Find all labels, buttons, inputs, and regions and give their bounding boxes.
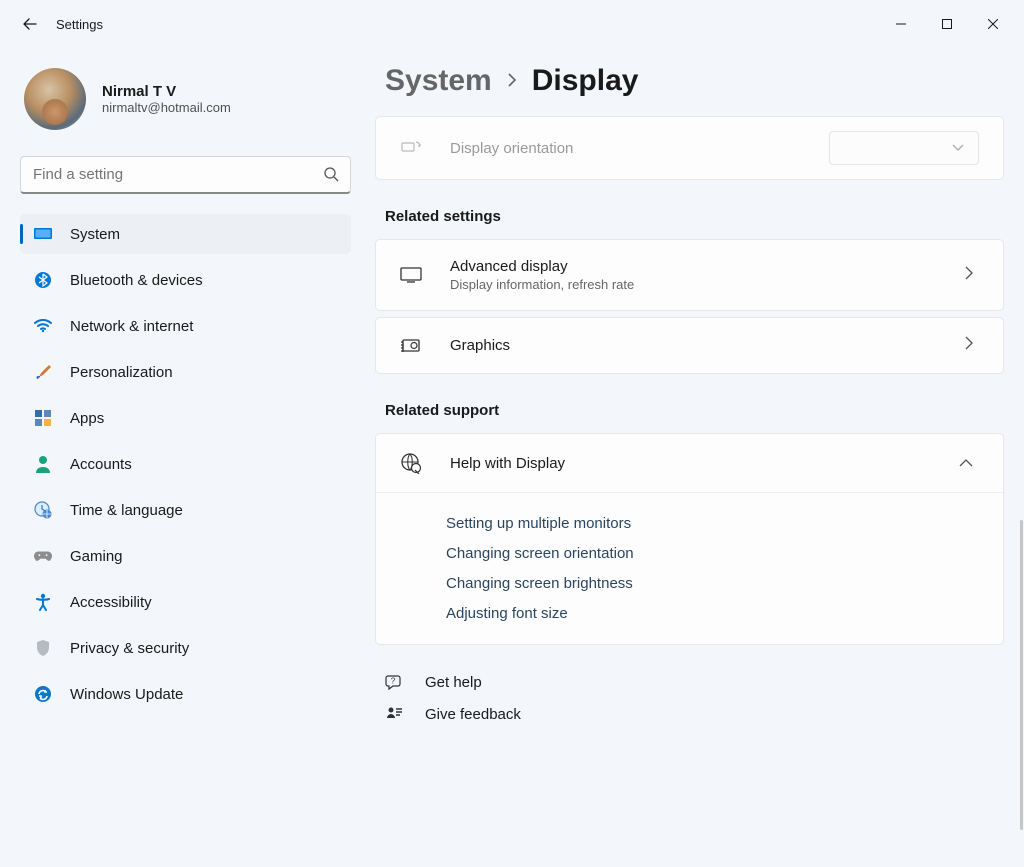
help-card: Help with Display Setting up multiple mo… [375, 433, 1004, 645]
sidebar-item-update[interactable]: Windows Update [20, 674, 351, 714]
search-icon [323, 166, 339, 187]
search-input[interactable] [20, 156, 351, 194]
sidebar-item-label: Personalization [70, 364, 173, 381]
help-globe-icon [400, 452, 422, 474]
sidebar-item-accounts[interactable]: Accounts [20, 444, 351, 484]
clock-globe-icon [34, 501, 52, 519]
apps-icon [34, 409, 52, 427]
row-title: Graphics [450, 337, 965, 354]
help-link-font-size[interactable]: Adjusting font size [446, 605, 979, 622]
footer-links: ? Get help Give feedback [385, 673, 1004, 753]
section-title-related-support: Related support [385, 402, 1004, 419]
sidebar: Nirmal T V nirmaltv@hotmail.com System B… [0, 48, 365, 867]
sidebar-item-privacy[interactable]: Privacy & security [20, 628, 351, 668]
sidebar-item-label: System [70, 226, 120, 243]
graphics-row[interactable]: Graphics [375, 317, 1004, 374]
row-title: Advanced display [450, 258, 965, 275]
gpu-icon [400, 337, 422, 355]
back-button[interactable] [20, 14, 40, 34]
sidebar-item-network[interactable]: Network & internet [20, 306, 351, 346]
breadcrumb: System Display [375, 64, 1004, 98]
help-link-multiple-monitors[interactable]: Setting up multiple monitors [446, 515, 979, 532]
sidebar-item-label: Privacy & security [70, 640, 189, 657]
sidebar-item-bluetooth[interactable]: Bluetooth & devices [20, 260, 351, 300]
sidebar-item-label: Bluetooth & devices [70, 272, 203, 289]
chevron-right-icon [965, 266, 979, 285]
titlebar: Settings [0, 0, 1024, 48]
sidebar-item-label: Time & language [70, 502, 183, 519]
avatar [24, 68, 86, 130]
chevron-up-icon [959, 454, 979, 472]
maximize-icon [942, 19, 952, 29]
help-links: Setting up multiple monitors Changing sc… [376, 492, 1003, 644]
wifi-icon [34, 317, 52, 335]
monitor-icon [400, 267, 422, 283]
sidebar-item-accessibility[interactable]: Accessibility [20, 582, 351, 622]
minimize-button[interactable] [878, 8, 924, 40]
app-title: Settings [56, 17, 103, 32]
minimize-icon [896, 19, 906, 29]
shield-icon [34, 639, 52, 657]
sidebar-item-system[interactable]: System [20, 214, 351, 254]
advanced-display-row[interactable]: Advanced display Display information, re… [375, 239, 1004, 311]
person-icon [34, 455, 52, 473]
brush-icon [34, 363, 52, 381]
orientation-dropdown[interactable] [829, 131, 979, 165]
sidebar-item-gaming[interactable]: Gaming [20, 536, 351, 576]
section-title-related-settings: Related settings [385, 208, 1004, 225]
get-help-label: Get help [425, 674, 482, 691]
accessibility-icon [34, 593, 52, 611]
help-link-screen-brightness[interactable]: Changing screen brightness [446, 575, 979, 592]
sidebar-item-apps[interactable]: Apps [20, 398, 351, 438]
page-title: Display [532, 64, 639, 98]
svg-text:?: ? [391, 677, 396, 686]
user-name-label: Nirmal T V [102, 83, 231, 100]
close-button[interactable] [970, 8, 1016, 40]
orientation-row[interactable]: Display orientation [375, 116, 1004, 180]
feedback-icon [385, 705, 403, 723]
give-feedback-label: Give feedback [425, 706, 521, 723]
maximize-button[interactable] [924, 8, 970, 40]
sidebar-item-personalization[interactable]: Personalization [20, 352, 351, 392]
user-card[interactable]: Nirmal T V nirmaltv@hotmail.com [20, 60, 351, 150]
breadcrumb-parent[interactable]: System [385, 64, 492, 98]
gamepad-icon [34, 547, 52, 565]
content-area: System Display Display orientation Relat… [365, 48, 1024, 867]
chevron-right-icon [506, 70, 518, 93]
give-feedback-link[interactable]: Give feedback [385, 705, 1004, 723]
help-icon: ? [385, 673, 403, 691]
get-help-link[interactable]: ? Get help [385, 673, 1004, 691]
close-icon [988, 19, 998, 29]
chevron-down-icon [952, 144, 964, 152]
sidebar-item-label: Accessibility [70, 594, 152, 611]
system-icon [34, 225, 52, 243]
user-email-label: nirmaltv@hotmail.com [102, 100, 231, 115]
help-header-row[interactable]: Help with Display [376, 434, 1003, 492]
sidebar-item-label: Gaming [70, 548, 123, 565]
scrollbar[interactable] [1020, 520, 1023, 830]
sidebar-item-time-language[interactable]: Time & language [20, 490, 351, 530]
row-title: Display orientation [450, 140, 829, 157]
arrow-left-icon [22, 16, 38, 32]
sidebar-item-label: Accounts [70, 456, 132, 473]
help-header-title: Help with Display [450, 455, 959, 472]
row-subtitle: Display information, refresh rate [450, 277, 965, 292]
help-link-screen-orientation[interactable]: Changing screen orientation [446, 545, 979, 562]
search-container [20, 156, 351, 194]
bluetooth-icon [34, 271, 52, 289]
chevron-right-icon [965, 336, 979, 355]
sidebar-item-label: Windows Update [70, 686, 183, 703]
nav: System Bluetooth & devices Network & int… [20, 214, 351, 720]
update-icon [34, 685, 52, 703]
sidebar-item-label: Network & internet [70, 318, 193, 335]
sidebar-item-label: Apps [70, 410, 104, 427]
orientation-icon [400, 140, 422, 156]
